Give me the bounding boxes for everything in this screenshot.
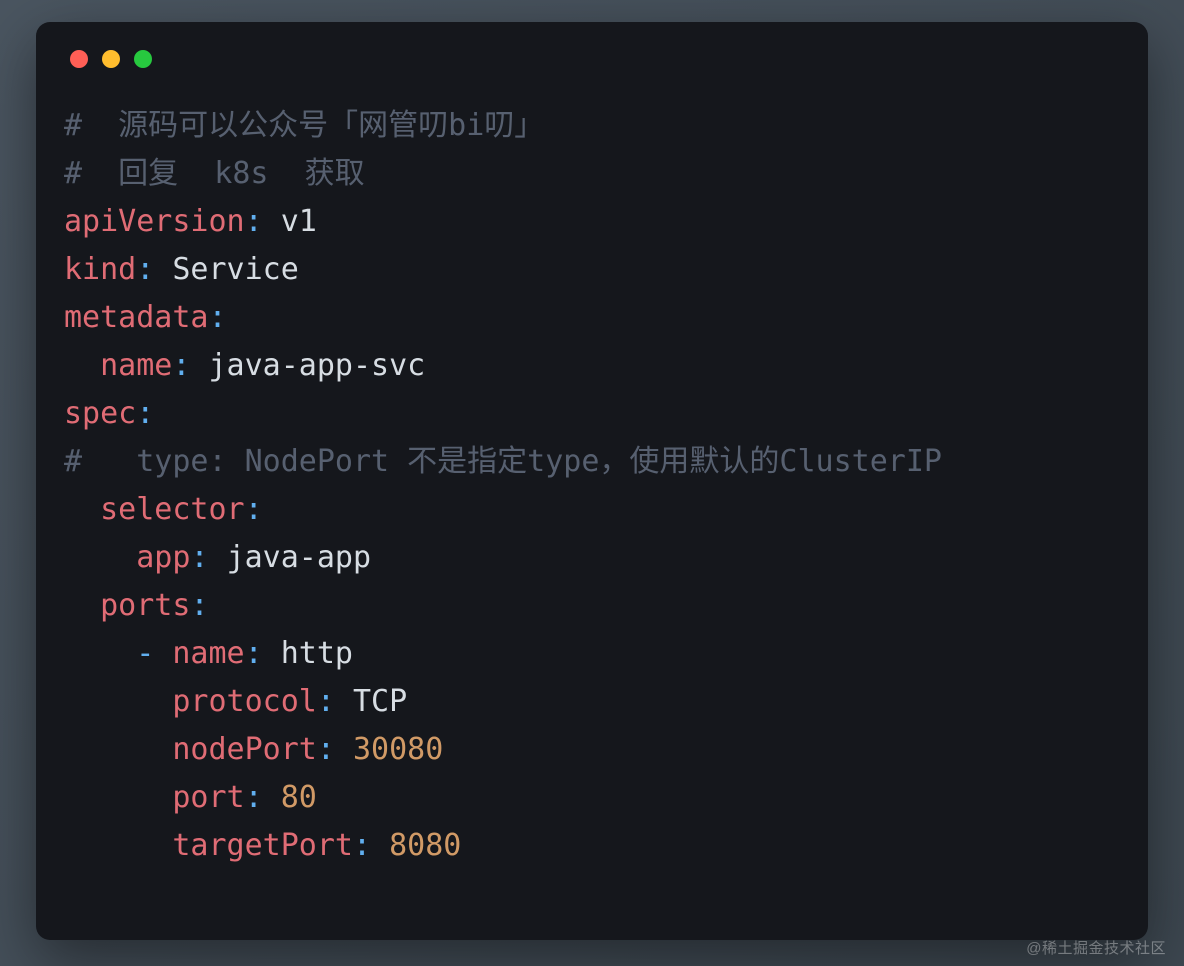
colon-icon: : (209, 300, 227, 335)
colon-icon: : (317, 732, 335, 767)
yaml-value: Service (172, 252, 298, 287)
yaml-key: protocol (172, 684, 317, 719)
traffic-lights (70, 50, 1120, 68)
yaml-key: spec (64, 396, 136, 431)
watermark-text: @稀土掘金技术社区 (1026, 937, 1166, 958)
yaml-value: TCP (353, 684, 407, 719)
comment-line: # 回复 k8s 获取 (64, 156, 365, 191)
yaml-key: targetPort (172, 828, 353, 863)
yaml-value: v1 (281, 204, 317, 239)
colon-icon: : (136, 252, 154, 287)
colon-icon: : (245, 492, 263, 527)
yaml-value: java-app-svc (209, 348, 426, 383)
yaml-key: selector (100, 492, 245, 527)
code-window: # 源码可以公众号「网管叨bi叨」 # 回复 k8s 获取 apiVersion… (36, 22, 1148, 940)
yaml-key: nodePort (172, 732, 317, 767)
yaml-value: 80 (281, 780, 317, 815)
dash-icon: - (136, 636, 154, 671)
yaml-key: name (100, 348, 172, 383)
minimize-icon[interactable] (102, 50, 120, 68)
yaml-key: port (172, 780, 244, 815)
colon-icon: : (172, 348, 190, 383)
close-icon[interactable] (70, 50, 88, 68)
comment-line: # type: NodePort 不是指定type，使用默认的ClusterIP (64, 444, 942, 479)
colon-icon: : (245, 780, 263, 815)
comment-line: # 源码可以公众号「网管叨bi叨」 (64, 108, 544, 143)
yaml-key: app (136, 540, 190, 575)
yaml-key: ports (100, 588, 190, 623)
yaml-key: metadata (64, 300, 209, 335)
yaml-key: kind (64, 252, 136, 287)
yaml-value: 8080 (389, 828, 461, 863)
yaml-key: name (172, 636, 244, 671)
yaml-key: apiVersion (64, 204, 245, 239)
yaml-value: http (281, 636, 353, 671)
colon-icon: : (190, 588, 208, 623)
colon-icon: : (245, 204, 263, 239)
yaml-value: java-app (227, 540, 372, 575)
colon-icon: : (245, 636, 263, 671)
code-block: # 源码可以公众号「网管叨bi叨」 # 回复 k8s 获取 apiVersion… (64, 102, 1120, 870)
colon-icon: : (353, 828, 371, 863)
colon-icon: : (136, 396, 154, 431)
yaml-value: 30080 (353, 732, 443, 767)
colon-icon: : (317, 684, 335, 719)
colon-icon: : (190, 540, 208, 575)
zoom-icon[interactable] (134, 50, 152, 68)
